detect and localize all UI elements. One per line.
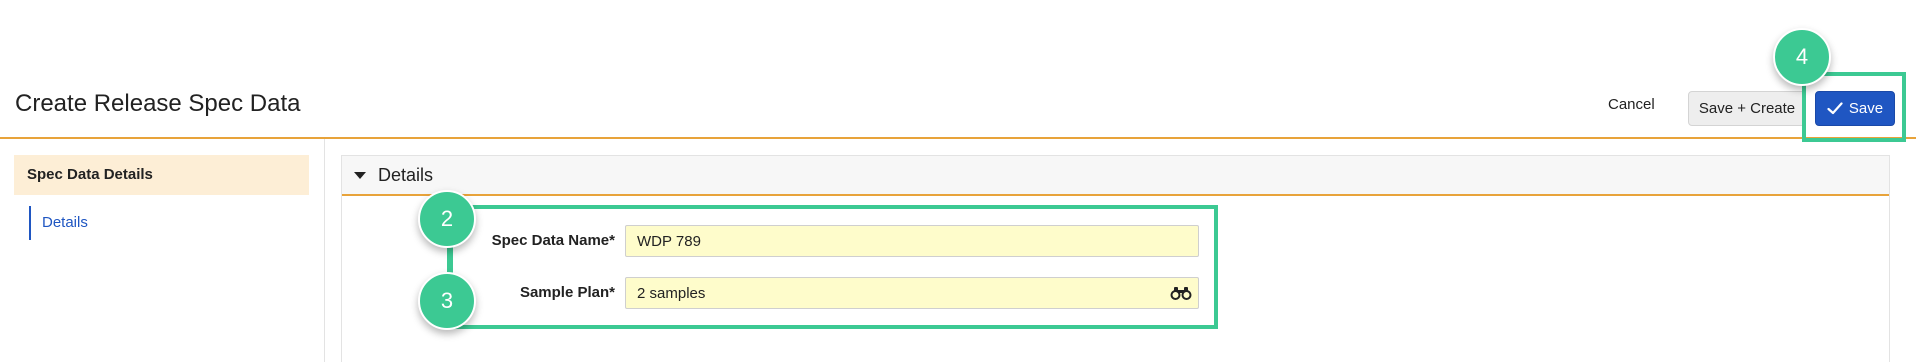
save-create-button[interactable]: Save + Create <box>1688 91 1806 126</box>
page-title: Create Release Spec Data <box>15 90 301 117</box>
sidebar-section-spec-data-details[interactable]: Spec Data Details <box>14 155 309 195</box>
save-button-label: Save <box>1848 100 1884 117</box>
step-badge-4: 4 <box>1773 28 1831 86</box>
save-button[interactable]: Save <box>1815 91 1895 126</box>
caret-down-icon[interactable] <box>354 171 366 179</box>
step-badge-2: 2 <box>418 190 476 248</box>
binoculars-icon[interactable] <box>1170 286 1192 300</box>
checkmark-icon <box>1827 102 1843 115</box>
cancel-button[interactable]: Cancel <box>1608 96 1655 113</box>
badge-connector <box>447 246 451 274</box>
details-panel-header[interactable]: Details <box>342 156 1889 196</box>
header-divider <box>0 137 1916 139</box>
sidebar-item-details[interactable]: Details <box>29 206 88 240</box>
sidebar-divider <box>324 139 325 362</box>
sample-plan-input[interactable] <box>625 277 1199 309</box>
spec-data-name-input[interactable] <box>625 225 1199 257</box>
details-panel-title: Details <box>378 164 434 185</box>
step-badge-3: 3 <box>418 272 476 330</box>
